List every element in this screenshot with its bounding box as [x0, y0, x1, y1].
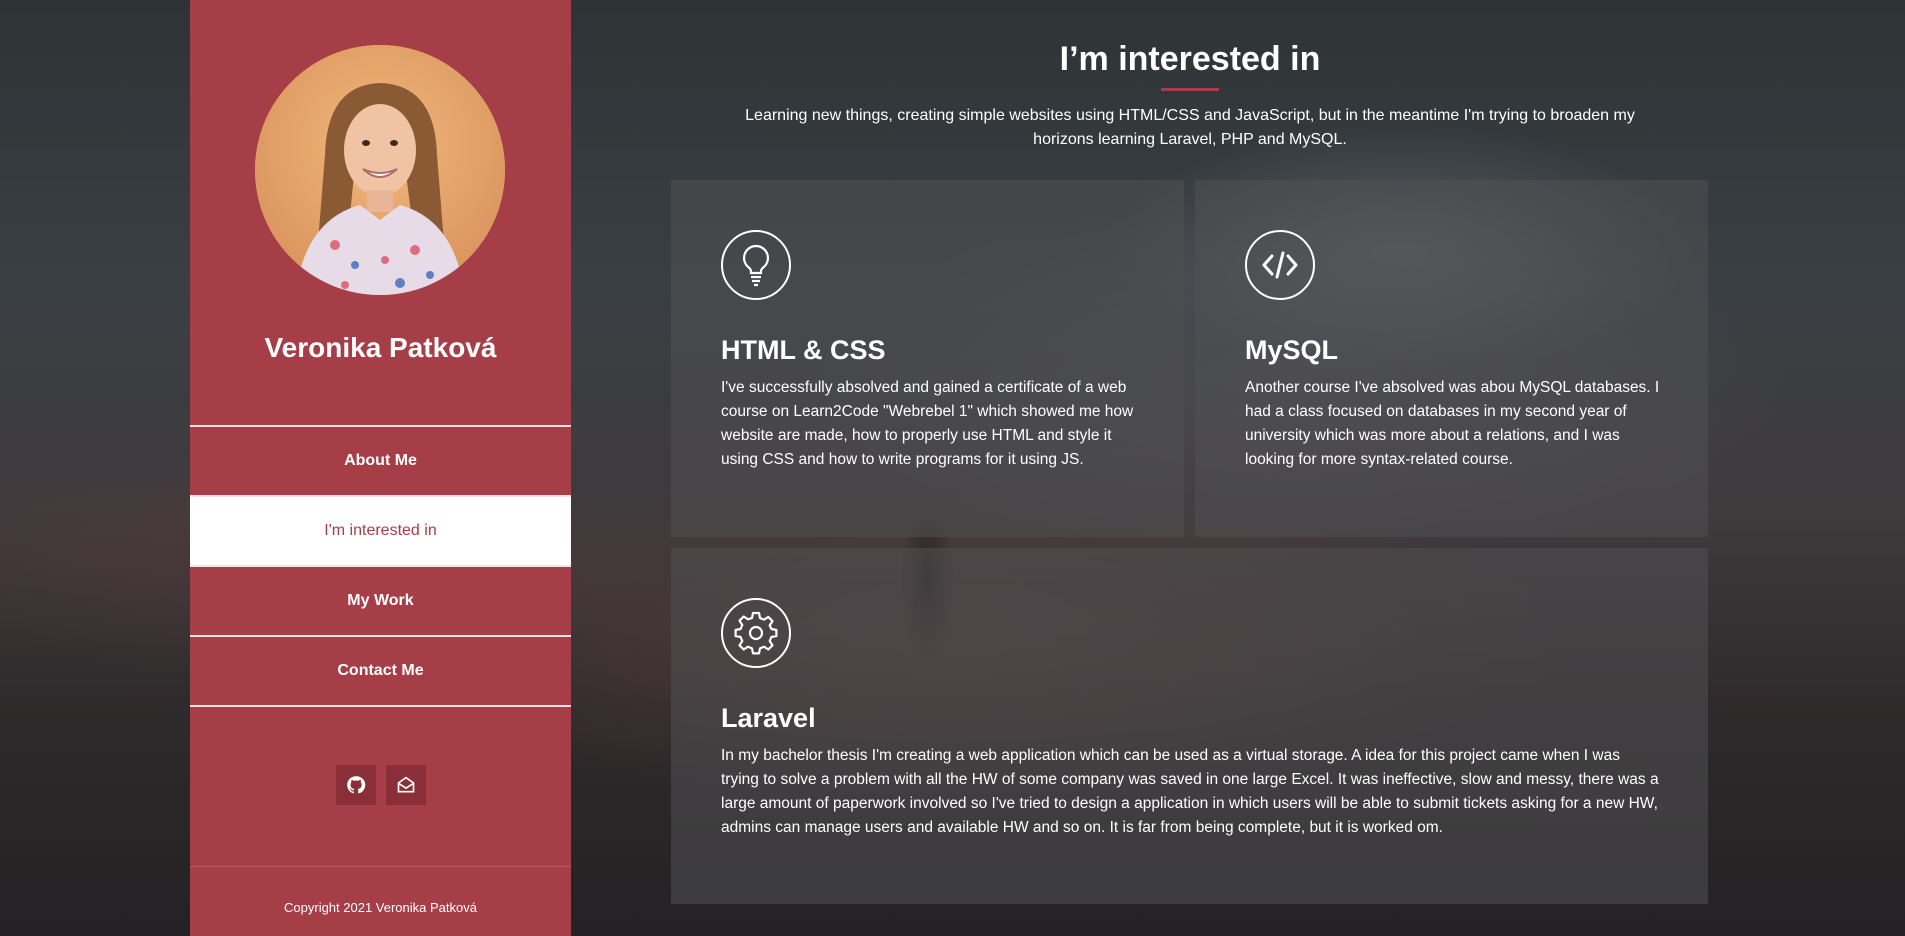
- nav-item-contact-me[interactable]: Contact Me: [190, 637, 571, 707]
- copyright: Copyright 2021 Veronika Patková: [284, 900, 477, 915]
- card-title: HTML & CSS: [721, 335, 886, 365]
- sidebar: Veronika Patková About Me I'm interested…: [190, 0, 571, 936]
- intro-text: Learning new things, creating simple web…: [745, 107, 1635, 148]
- github-icon: [346, 776, 365, 794]
- card-text: Another course I've absolved was abou My…: [1245, 379, 1660, 468]
- lightbulb-icon-glyph: [742, 244, 770, 287]
- page-title: I’m interested in: [1059, 40, 1321, 78]
- code-icon: [1245, 230, 1315, 300]
- email-button[interactable]: [385, 765, 426, 805]
- card-laravel: Laravel In my bachelor thesis I'm creati…: [671, 548, 1708, 904]
- nav-item-interested-in[interactable]: I'm interested in: [190, 497, 571, 567]
- avatar: [255, 45, 505, 295]
- avatar-portrait: [255, 45, 505, 295]
- card-mysql: MySQL Another course I've absolved was a…: [1195, 180, 1708, 537]
- social-links: [190, 765, 571, 805]
- nav-item-about-me[interactable]: About Me: [190, 427, 571, 497]
- main-nav: About Me I'm interested in My Work Conta…: [190, 425, 571, 707]
- gear-icon-glyph: [734, 611, 778, 655]
- github-button[interactable]: [335, 765, 376, 805]
- card-title: MySQL: [1245, 335, 1339, 365]
- profile-name: Veronika Patková: [264, 332, 497, 363]
- card-html-css: HTML & CSS I've successfully absolved an…: [671, 180, 1184, 537]
- card-text: I've successfully absolved and gained a …: [721, 379, 1134, 468]
- card-title: Laravel: [721, 703, 816, 733]
- sidebar-divider: [190, 866, 571, 867]
- envelope-open-icon: [397, 776, 414, 793]
- lightbulb-icon: [721, 230, 791, 300]
- nav-item-my-work[interactable]: My Work: [190, 567, 571, 637]
- card-text: In my bachelor thesis I'm creating a web…: [721, 747, 1659, 836]
- code-icon-glyph: [1262, 251, 1298, 279]
- title-underline: [1161, 88, 1219, 91]
- gear-icon: [721, 598, 791, 668]
